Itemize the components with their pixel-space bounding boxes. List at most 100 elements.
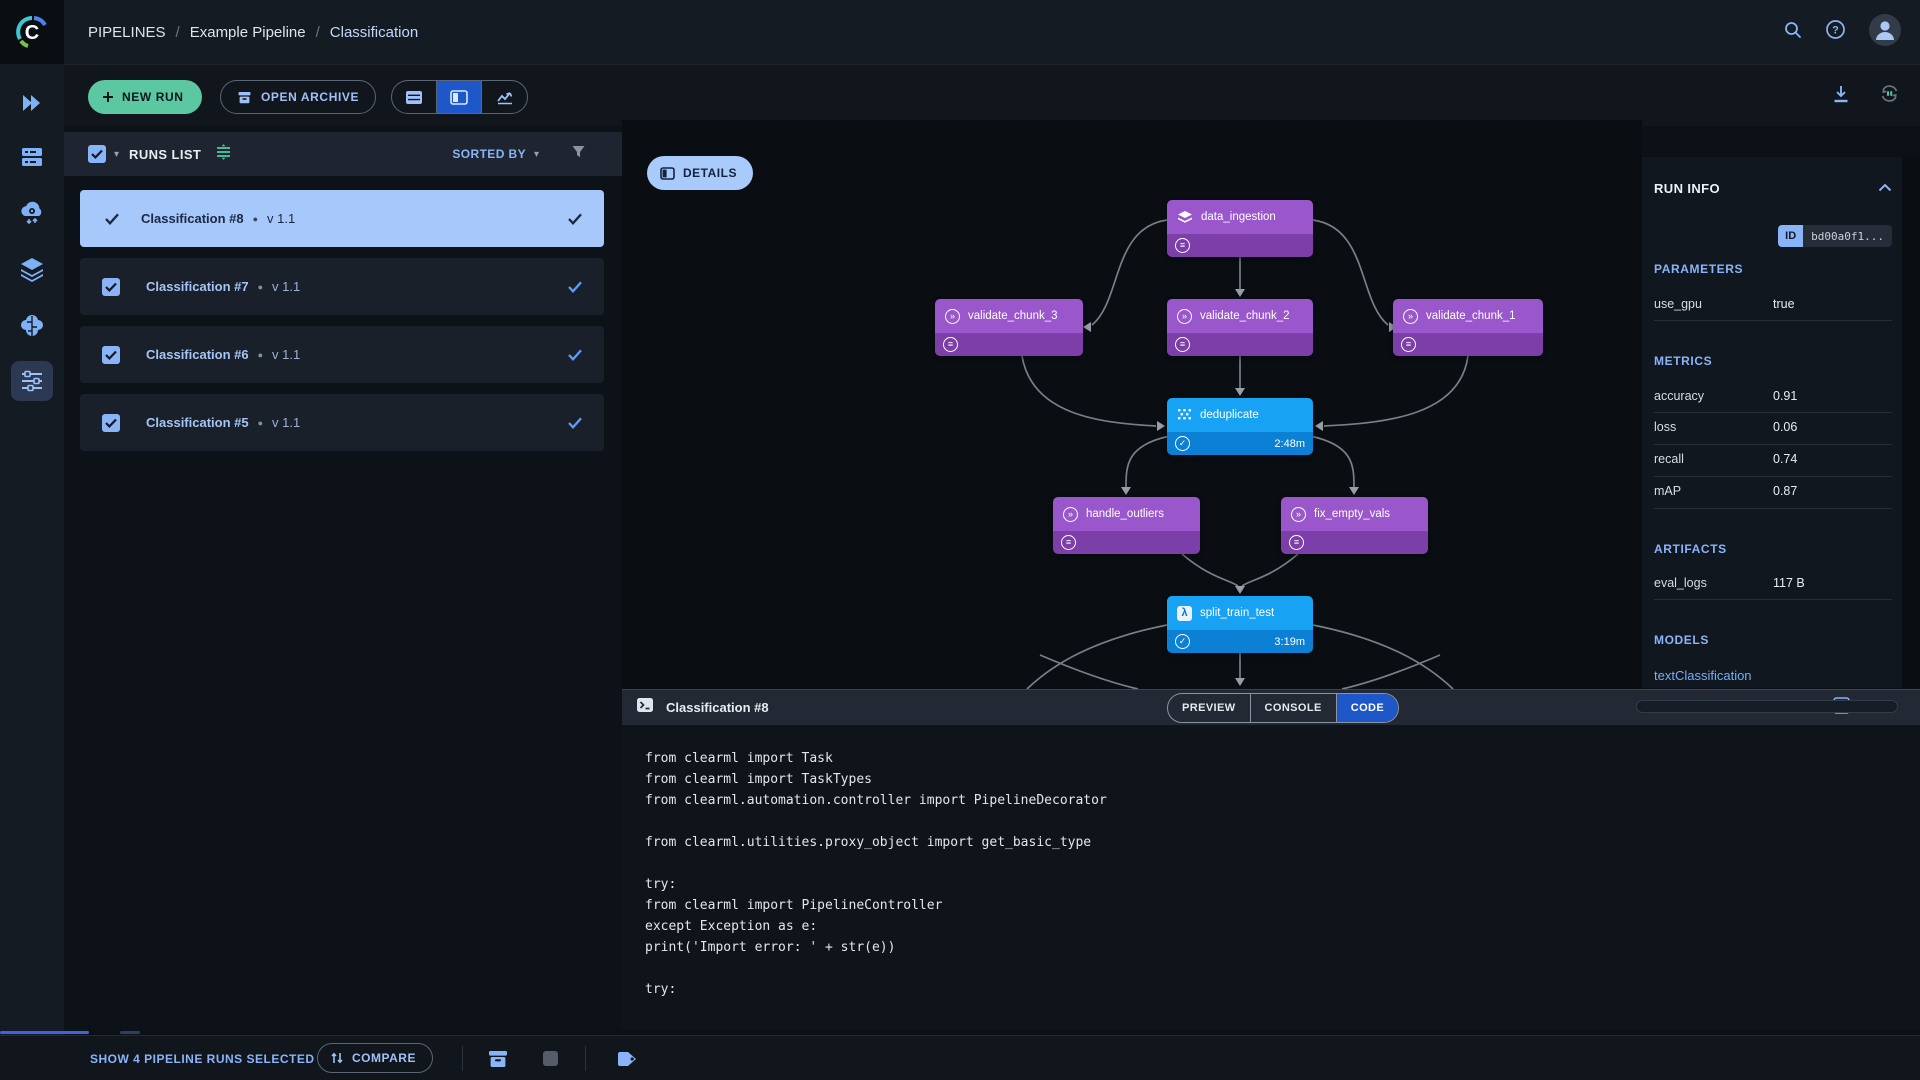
window-scrollbar-track[interactable] xyxy=(1902,157,1920,688)
sidebar-item-projects[interactable] xyxy=(0,81,64,125)
run-row-classification-8[interactable]: Classification #8 ● v 1.1 xyxy=(80,190,604,247)
runs-list-title: RUNS LIST xyxy=(129,146,202,162)
sidebar-item-pipelines[interactable] xyxy=(0,359,64,403)
breadcrumb-separator: / xyxy=(315,23,320,41)
table-view-icon xyxy=(406,90,422,104)
runs-list-header: ▾ RUNS LIST SORTED BY ▾ xyxy=(64,132,622,176)
status-dot: ● xyxy=(257,349,264,360)
pending-icon: ≡ xyxy=(1289,535,1304,550)
open-archive-button[interactable]: OPEN ARCHIVE xyxy=(220,80,377,114)
hyper-datasets-icon xyxy=(21,258,43,282)
filter-funnel-icon[interactable] xyxy=(571,144,586,164)
artifact-name: eval_logs xyxy=(1654,576,1707,590)
row-checkbox-checked[interactable] xyxy=(105,213,119,225)
tab-console[interactable]: CONSOLE xyxy=(1251,694,1337,722)
dag-node-split-train-test[interactable]: λ split_train_test ✓ 3:19m xyxy=(1167,596,1313,653)
row-checkbox[interactable] xyxy=(102,345,120,364)
help-icon[interactable]: ? xyxy=(1825,19,1846,45)
sorted-by-caret[interactable]: ▾ xyxy=(534,149,539,160)
new-run-label: NEW RUN xyxy=(122,90,184,104)
dag-node-validate-chunk-2[interactable]: » validate_chunk_2 ≡ xyxy=(1167,299,1313,356)
metric-row: recall 0.74 xyxy=(1654,452,1892,466)
projects-icon xyxy=(23,95,40,111)
tag-icon[interactable] xyxy=(616,1036,638,1080)
divider xyxy=(1654,508,1892,509)
collapse-chevron-icon[interactable] xyxy=(1878,179,1892,197)
user-avatar[interactable] xyxy=(1868,13,1902,52)
sidebar-item-models[interactable] xyxy=(0,304,64,348)
left-sidebar xyxy=(0,64,64,1080)
dot-grid-icon xyxy=(1178,408,1191,419)
metric-row: mAP 0.87 xyxy=(1654,484,1892,498)
sidebar-item-data-processing[interactable] xyxy=(0,191,64,235)
run-name: Classification #7 xyxy=(146,279,249,294)
sorted-by-button[interactable]: SORTED BY xyxy=(452,147,526,161)
run-row-classification-5[interactable]: Classification #5 ● v 1.1 xyxy=(80,394,604,451)
runs-hscroll-thumb[interactable] xyxy=(0,1031,89,1034)
svg-text:C: C xyxy=(25,22,39,44)
selected-runs-summary[interactable]: SHOW 4 PIPELINE RUNS SELECTED xyxy=(90,1036,315,1080)
data-processing-icon xyxy=(21,201,42,225)
new-run-button[interactable]: NEW RUN xyxy=(88,80,202,114)
tab-preview[interactable]: PREVIEW xyxy=(1168,694,1251,722)
circled-chevrons-icon: » xyxy=(945,308,960,324)
terminal-icon xyxy=(636,697,654,718)
row-checkbox[interactable] xyxy=(102,277,120,296)
dag-node-deduplicate[interactable]: deduplicate ✓ 2:48m xyxy=(1167,398,1313,455)
metric-value: 0.06 xyxy=(1773,420,1798,434)
search-icon[interactable] xyxy=(1783,20,1803,45)
sidebar-item-datasets[interactable] xyxy=(0,135,64,179)
node-label: validate_chunk_3 xyxy=(968,310,1058,322)
status-filter-icon[interactable] xyxy=(215,143,232,165)
breadcrumb-current: Classification xyxy=(329,23,419,41)
breadcrumb-root[interactable]: PIPELINES xyxy=(88,24,166,41)
pipelines-icon xyxy=(22,370,42,392)
metric-value: 0.74 xyxy=(1773,452,1798,466)
run-version: v 1.1 xyxy=(272,415,301,430)
breadcrumb: PIPELINES / Example Pipeline / Classific… xyxy=(88,0,418,64)
compare-icon xyxy=(331,1052,343,1064)
details-button[interactable]: DETAILS xyxy=(647,156,753,190)
sidebar-item-hyper-datasets[interactable] xyxy=(0,247,64,291)
code-viewer[interactable]: from clearml import Task from clearml im… xyxy=(645,748,1107,1000)
run-id-chip[interactable]: ID bd00a0f1... xyxy=(1778,225,1892,247)
run-info-hscrollbar[interactable] xyxy=(1636,700,1898,713)
run-row-classification-7[interactable]: Classification #7 ● v 1.1 xyxy=(80,258,604,315)
runs-hscroll-thumb-secondary[interactable] xyxy=(120,1031,140,1034)
dag-edges xyxy=(1021,219,1469,689)
archive-icon[interactable] xyxy=(487,1036,509,1080)
dag-node-data-ingestion[interactable]: data_ingestion ≡ xyxy=(1167,200,1313,257)
auto-refresh-icon[interactable] xyxy=(1879,83,1900,109)
select-dropdown-caret[interactable]: ▾ xyxy=(114,149,119,160)
app-window: C PIPELINES / Example Pipeline / Classif… xyxy=(0,0,1920,1080)
breadcrumb-project[interactable]: Example Pipeline xyxy=(190,24,306,41)
run-info-panel: RUN INFO ID bd00a0f1... PARAMETERS use_g… xyxy=(1642,157,1902,688)
charts-view-toggle[interactable] xyxy=(482,81,527,113)
dag-node-validate-chunk-3[interactable]: » validate_chunk_3 ≡ xyxy=(935,299,1083,356)
compare-button[interactable]: COMPARE xyxy=(317,1043,433,1073)
tab-code[interactable]: CODE xyxy=(1336,694,1399,722)
clearml-logo[interactable]: C xyxy=(0,0,64,64)
run-row-classification-6[interactable]: Classification #6 ● v 1.1 xyxy=(80,326,604,383)
parameter-name: use_gpu xyxy=(1654,297,1702,311)
select-all-checkbox[interactable] xyxy=(88,145,106,163)
artifacts-section-title: ARTIFACTS xyxy=(1654,542,1727,556)
row-checkbox[interactable] xyxy=(102,413,120,432)
download-icon[interactable] xyxy=(1831,84,1851,109)
model-link[interactable]: textClassification xyxy=(1654,668,1752,683)
dag-node-validate-chunk-1[interactable]: » validate_chunk_1 ≡ xyxy=(1393,299,1543,356)
run-version: v 1.1 xyxy=(272,279,301,294)
status-dot: ● xyxy=(252,213,259,224)
dag-node-fix-empty-vals[interactable]: » fix_empty_vals ≡ xyxy=(1281,497,1428,554)
dag-node-handle-outliers[interactable]: » handle_outliers ≡ xyxy=(1053,497,1200,554)
metric-name: loss xyxy=(1654,420,1677,434)
pending-icon: ≡ xyxy=(1175,337,1190,352)
detail-tabs: PREVIEW CONSOLE CODE xyxy=(1167,693,1400,723)
pipeline-dag-canvas[interactable]: DETAILS data_ingestion ≡ » validate_chunk… xyxy=(622,120,1642,689)
node-label: validate_chunk_1 xyxy=(1426,310,1516,322)
stop-icon[interactable] xyxy=(542,1036,559,1080)
split-view-toggle[interactable] xyxy=(437,81,482,113)
table-view-toggle[interactable] xyxy=(392,81,437,113)
metric-value: 0.91 xyxy=(1773,389,1798,403)
id-value: bd00a0f1... xyxy=(1803,225,1892,247)
